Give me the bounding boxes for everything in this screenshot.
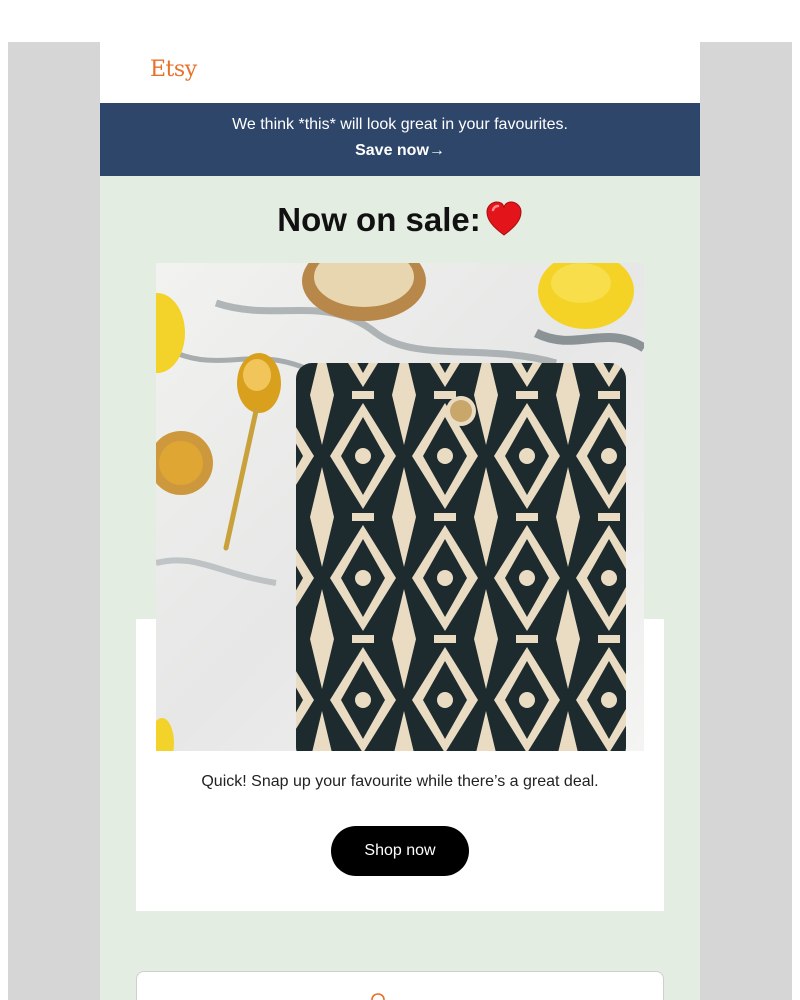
product-caption: Quick! Snap up your favourite while ther… <box>201 773 599 790</box>
sale-headline: Now on sale: <box>100 176 700 239</box>
email-header: Etsy <box>100 42 700 103</box>
banner-text: We think *this* will look great in your … <box>232 116 568 133</box>
shop-now-button[interactable]: Shop now <box>331 826 469 876</box>
secondary-card <box>136 971 664 1000</box>
favourites-banner: We think *this* will look great in your … <box>100 103 700 176</box>
heart-icon <box>485 201 523 246</box>
etsy-logo[interactable]: Etsy <box>150 57 197 82</box>
location-pin-icon <box>370 992 386 1000</box>
headline-text: Now on sale: <box>277 201 481 238</box>
save-now-link[interactable]: Save now→ <box>355 142 445 160</box>
product-image[interactable] <box>156 263 644 751</box>
email-body: Etsy We think *this* will look great in … <box>100 42 700 1000</box>
